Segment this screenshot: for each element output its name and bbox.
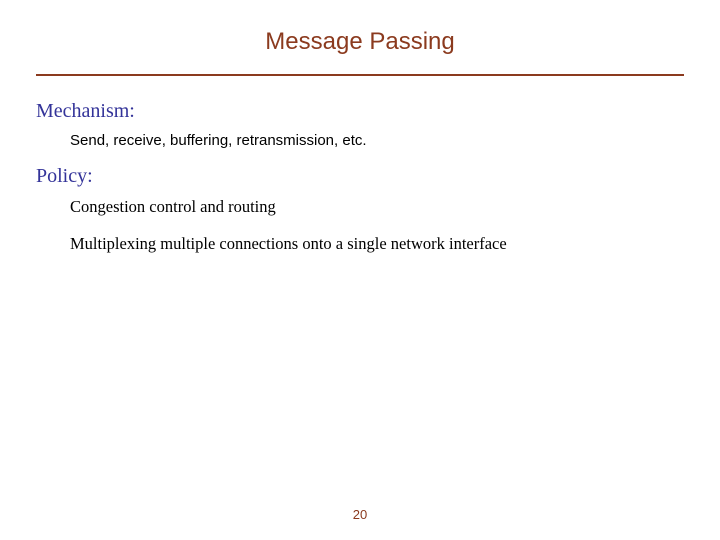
bullet-item: Congestion control and routing: [70, 196, 684, 218]
section-heading-mechanism: Mechanism:: [36, 100, 684, 123]
page-number: 20: [0, 507, 720, 522]
slide: Message Passing Mechanism: Send, receive…: [0, 0, 720, 540]
slide-content: Mechanism: Send, receive, buffering, ret…: [0, 76, 720, 255]
bullet-item: Multiplexing multiple connections onto a…: [70, 233, 684, 255]
bullet-item: Send, receive, buffering, retransmission…: [70, 131, 684, 151]
section-heading-policy: Policy:: [36, 165, 684, 188]
slide-title: Message Passing: [0, 0, 720, 74]
